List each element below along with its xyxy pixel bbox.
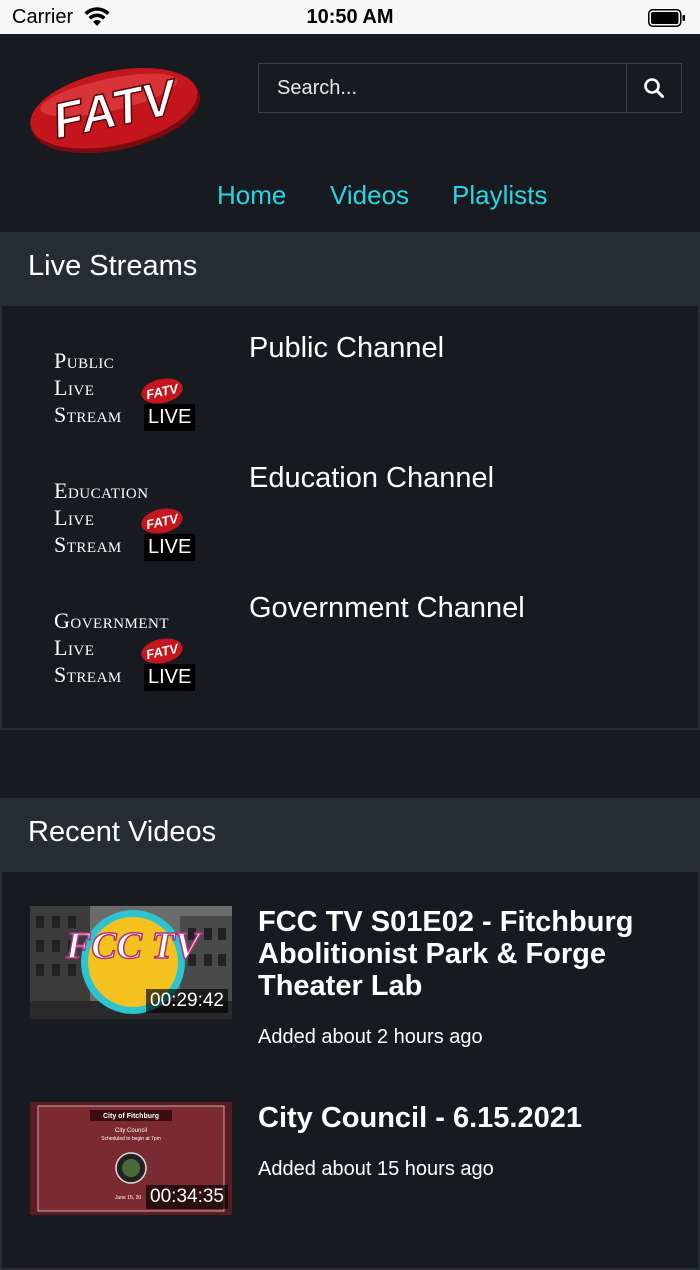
video-added-time: Added about 15 hours ago <box>258 1158 494 1180</box>
live-badge: LIVE <box>144 404 196 431</box>
live-badge: LIVE <box>144 664 196 691</box>
live-streams-title: Live Streams <box>28 250 198 282</box>
fatv-logo[interactable]: FATV <box>24 60 206 158</box>
thumb-line: Live <box>54 375 95 400</box>
recent-videos-title: Recent Videos <box>28 816 217 848</box>
search-button[interactable] <box>626 64 681 112</box>
search-bar <box>258 63 682 113</box>
live-streams-panel: Public Live Stream FATV LIVE Public Chan… <box>0 304 700 730</box>
video-duration: 00:29:42 <box>146 989 228 1013</box>
video-thumbnail[interactable]: City of Fitchburg City Council Scheduled… <box>30 1102 232 1215</box>
live-badge: LIVE <box>144 534 196 561</box>
main-nav: Home Videos Playlists <box>0 180 700 214</box>
live-stream-item[interactable]: Government Live Stream FATV LIVE Governm… <box>2 566 700 696</box>
nav-videos[interactable]: Videos <box>330 180 409 211</box>
fcc-logo-text: FCC TV <box>65 925 203 967</box>
live-streams-header: Live Streams <box>0 232 700 304</box>
video-thumbnail[interactable]: FCC TV 00:29:42 <box>30 906 232 1019</box>
svg-text:City of Fitchburg: City of Fitchburg <box>103 1113 159 1120</box>
thumb-line: Stream <box>54 662 122 687</box>
thumb-line: Government <box>54 608 170 633</box>
svg-text:June 15, 20: June 15, 20 <box>115 1195 141 1201</box>
video-title[interactable]: FCC TV S01E02 - Fitchburg Abolitionist P… <box>258 906 678 1002</box>
video-item[interactable]: City of Fitchburg City Council Scheduled… <box>2 1068 700 1228</box>
thumb-line: Live <box>54 505 95 530</box>
fatv-mini-logo: FATV <box>141 508 183 534</box>
live-stream-item[interactable]: Public Live Stream FATV LIVE Public Chan… <box>2 306 700 436</box>
video-title[interactable]: City Council - 6.15.2021 <box>258 1102 678 1134</box>
logo-text: FATV <box>48 68 185 149</box>
video-duration: 00:34:35 <box>146 1185 228 1209</box>
thumb-line: Public <box>54 348 115 373</box>
status-bar: Carrier 10:50 AM <box>0 0 700 34</box>
stream-title[interactable]: Public Channel <box>249 332 444 365</box>
stream-title[interactable]: Education Channel <box>249 462 494 495</box>
search-input[interactable] <box>259 64 625 112</box>
svg-text:Scheduled to begin at 7pm: Scheduled to begin at 7pm <box>101 1136 161 1142</box>
nav-home[interactable]: Home <box>217 180 286 211</box>
stream-thumbnail[interactable]: Public Live Stream FATV LIVE <box>48 342 198 442</box>
nav-playlists[interactable]: Playlists <box>452 180 547 211</box>
fatv-mini-logo: FATV <box>141 638 183 664</box>
battery-icon <box>648 9 685 27</box>
fatv-mini-logo: FATV <box>141 378 183 404</box>
live-stream-item[interactable]: Education Live Stream FATV LIVE Educatio… <box>2 436 700 566</box>
stream-title[interactable]: Government Channel <box>249 592 525 625</box>
thumb-line: Live <box>54 635 95 660</box>
thumb-line: Education <box>54 478 149 503</box>
svg-text:City Council: City Council <box>115 1128 147 1134</box>
search-icon <box>644 78 664 98</box>
site-header: FATV Home Videos Playlists <box>0 34 700 232</box>
clock: 10:50 AM <box>306 6 394 28</box>
stream-thumbnail[interactable]: Government Live Stream FATV LIVE <box>48 602 198 702</box>
thumb-line: Stream <box>54 402 122 427</box>
video-added-time: Added about 2 hours ago <box>258 1026 483 1048</box>
video-item[interactable]: FCC TV 00:29:42 FCC TV S01E02 - Fitchbur… <box>2 872 700 1062</box>
thumb-line: Stream <box>54 532 122 557</box>
recent-videos-panel: FCC TV 00:29:42 FCC TV S01E02 - Fitchbur… <box>0 870 700 1270</box>
stream-thumbnail[interactable]: Education Live Stream FATV LIVE <box>48 472 198 572</box>
recent-videos-header: Recent Videos <box>0 798 700 870</box>
